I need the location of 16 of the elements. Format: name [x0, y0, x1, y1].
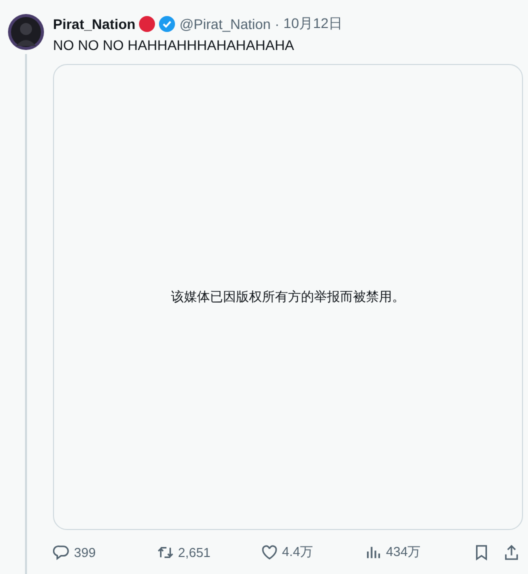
- bookmark-icon[interactable]: [473, 544, 490, 560]
- action-count: 399: [74, 544, 96, 560]
- action-count: 4.4万: [282, 543, 314, 561]
- action-count: 2,651: [178, 544, 211, 560]
- reply-icon[interactable]: [53, 544, 70, 560]
- display-name[interactable]: Pirat_Nation: [53, 16, 136, 32]
- status-dot-icon: [139, 16, 156, 32]
- avatar-icon[interactable]: [8, 14, 44, 50]
- action-count: 434万: [386, 543, 421, 561]
- media-notice: 该媒体已因版权所有方的举报而被禁用。: [171, 288, 405, 306]
- user-handle[interactable]: @Pirat_Nation: [179, 16, 271, 32]
- tweet-text: NO NO NO HAHHAHHHAHAHAHAHA: [53, 36, 296, 54]
- separator: ·: [274, 16, 280, 32]
- share-icon[interactable]: [503, 544, 520, 560]
- heart-icon[interactable]: [261, 544, 278, 560]
- post-date[interactable]: 10月12日: [283, 15, 343, 33]
